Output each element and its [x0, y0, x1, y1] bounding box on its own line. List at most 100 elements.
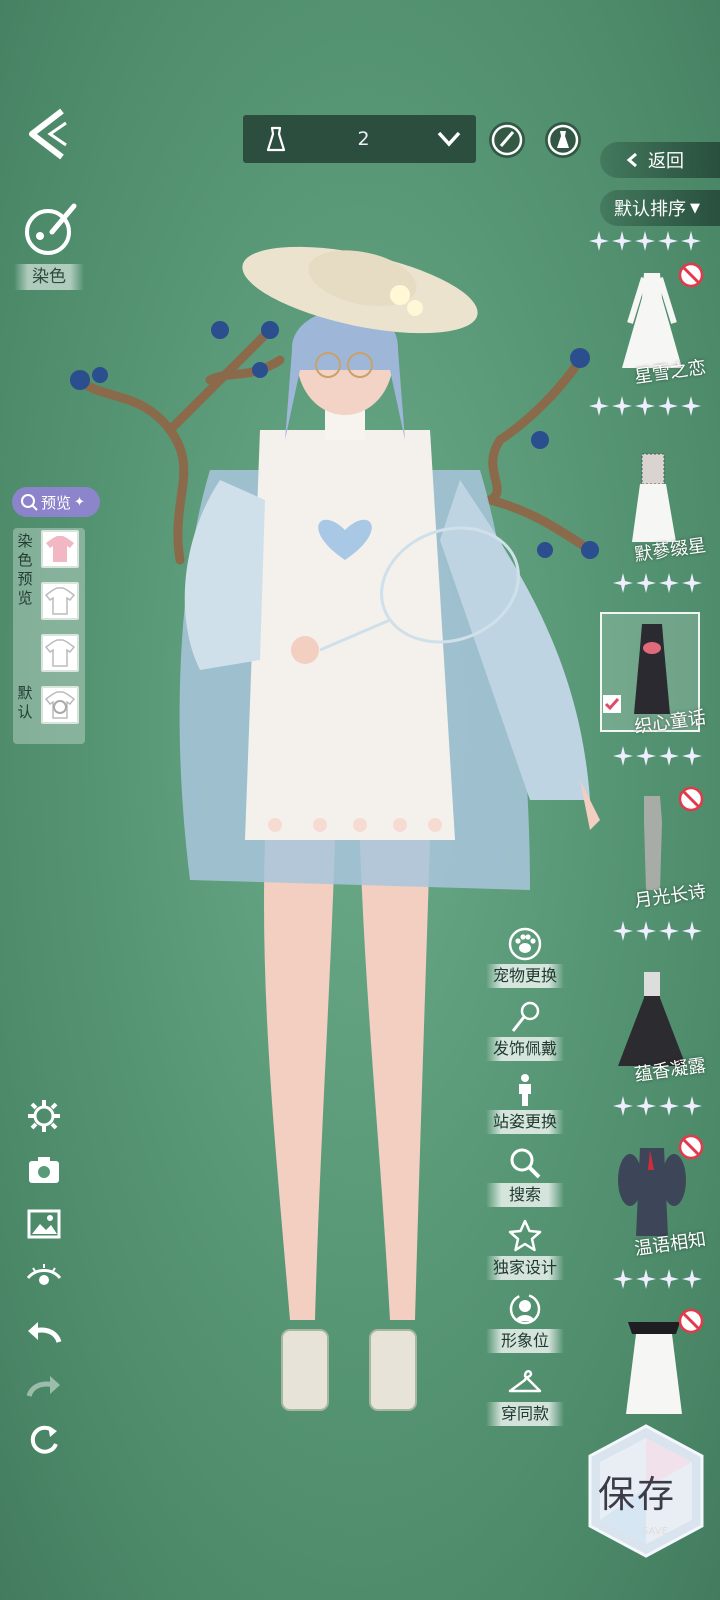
star-icon: [508, 1219, 542, 1252]
ban-icon: [678, 1134, 704, 1160]
star-icon: [682, 573, 702, 593]
star-icon: [681, 396, 701, 416]
star-icon: [612, 231, 632, 251]
rating-stars: [612, 745, 703, 767]
pose-icon: [519, 1074, 531, 1106]
sort-dropdown[interactable]: 默认排序 ▼: [600, 190, 720, 226]
magnifier-icon: [21, 494, 38, 511]
action-label: 搜索: [486, 1183, 564, 1207]
save-label: 保存: [598, 1473, 676, 1516]
sort-label: 默认排序: [614, 199, 686, 220]
star-icon: [681, 231, 701, 251]
ban-icon: [678, 1308, 704, 1334]
star-icon: [636, 1269, 656, 1289]
camera-icon: [29, 1157, 59, 1183]
dye-reset-button[interactable]: [41, 686, 79, 724]
hanger-icon: [508, 1370, 542, 1393]
star-icon: [636, 921, 656, 941]
dye-preview-label: 染色预览: [17, 532, 33, 607]
rating-stars: [612, 1268, 703, 1290]
dye-swatch-pink[interactable]: [41, 530, 79, 568]
star-icon: [613, 921, 633, 941]
refresh-icon: [30, 1425, 58, 1454]
rating-stars: [588, 395, 702, 417]
reset-button[interactable]: [26, 1422, 62, 1458]
back-arrow-icon: [29, 108, 67, 160]
return-button[interactable]: 返回: [600, 142, 720, 178]
shirt-icon: [44, 639, 76, 667]
item-card-selected[interactable]: 织心童话: [590, 612, 720, 752]
action-label: 站姿更换: [486, 1110, 564, 1134]
save-button[interactable]: 保存 SAVE: [584, 1422, 708, 1562]
dress-icon: [547, 124, 579, 156]
back-chevron-icon: [626, 152, 637, 168]
hair-accessory-icon: [511, 1001, 540, 1032]
preview-label: 预览: [41, 493, 72, 512]
star-icon: [589, 396, 609, 416]
hair-accessory-button[interactable]: 发饰佩戴: [486, 999, 564, 1063]
undo-icon: [28, 1322, 62, 1343]
outfit-slot-dropdown[interactable]: 2: [243, 115, 476, 163]
image-icon: [27, 1209, 61, 1239]
gallery-button[interactable]: [26, 1206, 62, 1242]
star-icon: [659, 1096, 679, 1116]
back-button[interactable]: [22, 105, 74, 163]
action-label: 宠物更换: [486, 964, 564, 988]
dye-swatch-white-2[interactable]: [41, 634, 79, 672]
item-card[interactable]: 星雪之恋: [590, 262, 720, 402]
portrait-slot-button[interactable]: 形象位: [486, 1291, 564, 1355]
star-icon: [659, 921, 679, 941]
action-label: 发饰佩戴: [486, 1037, 564, 1061]
item-card[interactable]: 月光长诗: [590, 786, 720, 926]
star-icon: [635, 231, 655, 251]
item-card[interactable]: 温语相知: [590, 1134, 720, 1274]
star-icon: [659, 1269, 679, 1289]
star-icon: [636, 746, 656, 766]
item-card[interactable]: 默蔘缀星: [590, 440, 720, 580]
default-label: 默认: [17, 684, 33, 721]
paw-icon: [508, 927, 542, 961]
dye-swatch-white-1[interactable]: [41, 582, 79, 620]
hide-ui-button[interactable]: [26, 1260, 62, 1296]
pet-change-button[interactable]: 宠物更换: [486, 926, 564, 990]
triangle-down-icon: ▼: [690, 200, 700, 216]
character-model: [70, 246, 600, 1411]
gear-icon: [28, 1100, 60, 1132]
action-label: 形象位: [486, 1329, 564, 1353]
rating-stars: [588, 230, 702, 252]
wardrobe-button[interactable]: [545, 122, 581, 158]
star-icon: [682, 921, 702, 941]
search-button[interactable]: 搜索: [486, 1145, 564, 1209]
checkbox-checked-icon: [603, 695, 621, 713]
settings-button[interactable]: [26, 1098, 62, 1134]
redo-button[interactable]: [26, 1368, 62, 1404]
preview-toggle[interactable]: 预览 ✦: [12, 487, 100, 517]
save-sub-label: SAVE: [642, 1526, 668, 1537]
dress-icon: [266, 126, 286, 152]
star-icon: [636, 1096, 656, 1116]
star-icon: [636, 573, 656, 593]
item-card[interactable]: 蕴香凝露: [590, 960, 720, 1100]
star-icon: [612, 396, 632, 416]
pose-change-button[interactable]: 站姿更换: [486, 1072, 564, 1136]
branch-right-decoration: [485, 355, 595, 555]
rating-stars: [612, 1095, 703, 1117]
edit-pen-button[interactable]: [489, 122, 525, 158]
wear-same-style-button[interactable]: 穿同款: [486, 1364, 564, 1428]
undo-button[interactable]: [26, 1314, 62, 1350]
eye-icon: [26, 1264, 62, 1285]
shirt-reset-icon: [44, 691, 76, 719]
star-icon: [682, 746, 702, 766]
camera-button[interactable]: [26, 1152, 62, 1188]
rating-stars: [612, 572, 703, 594]
return-label: 返回: [648, 151, 684, 172]
exclusive-design-button[interactable]: 独家设计: [486, 1218, 564, 1282]
outfit-slot-number: 2: [357, 128, 370, 150]
star-icon: [589, 231, 609, 251]
search-icon: [510, 1148, 541, 1179]
star-icon: [659, 573, 679, 593]
action-label: 穿同款: [486, 1402, 564, 1426]
star-icon: [613, 1096, 633, 1116]
shirt-icon: [46, 536, 74, 562]
dye-button[interactable]: [22, 202, 78, 258]
